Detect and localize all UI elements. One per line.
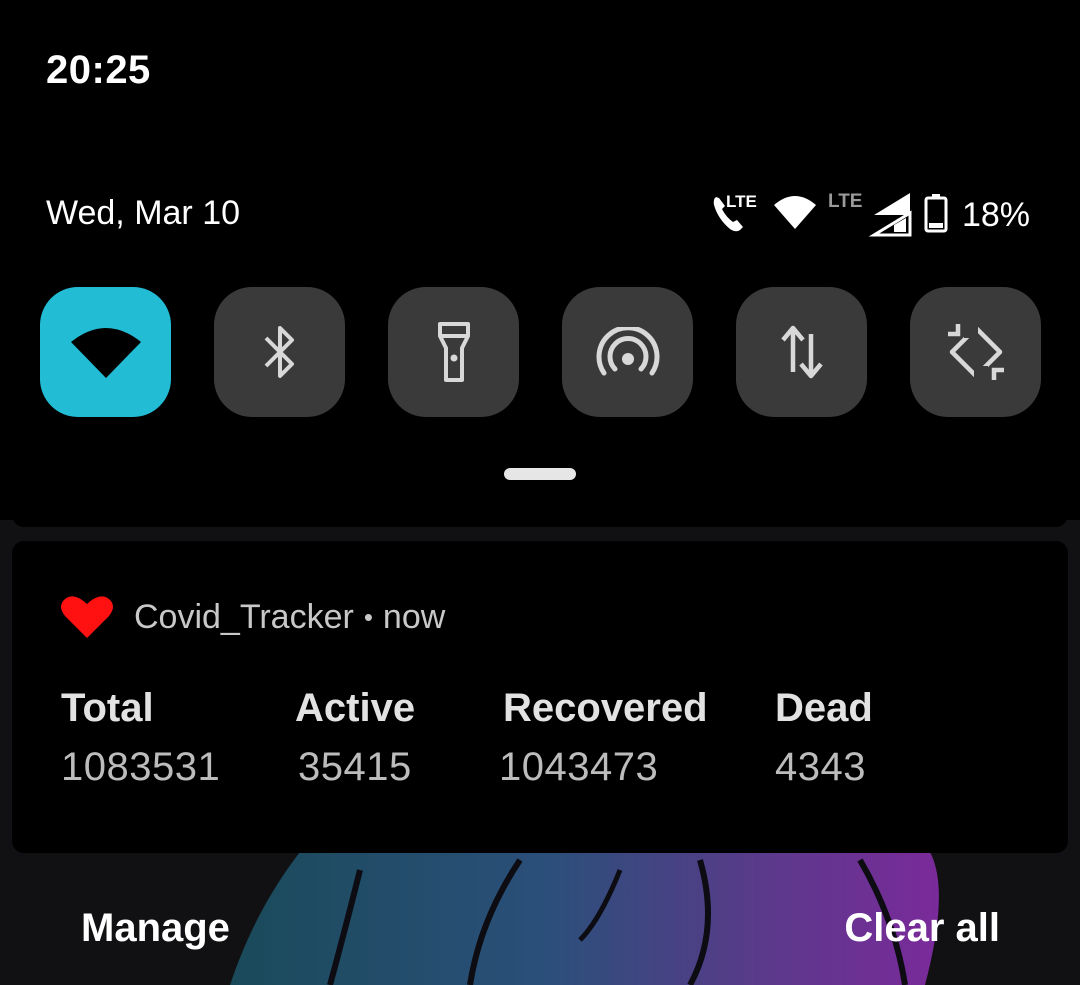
stat-dead: Dead 4343 xyxy=(775,686,873,790)
wifi-signal-icon xyxy=(772,193,818,238)
stat-value: 4343 xyxy=(775,745,866,789)
bluetooth-icon xyxy=(264,326,294,378)
quick-settings-panel xyxy=(12,0,1068,527)
quick-settings-tiles xyxy=(40,287,1042,417)
cellular-signal-icon: LTE xyxy=(828,189,914,242)
date-label: Wed, Mar 10 xyxy=(46,194,241,232)
stat-label: Recovered xyxy=(503,686,708,730)
notification-time: now xyxy=(382,597,446,636)
stat-recovered: Recovered 1043473 xyxy=(499,686,708,790)
stat-active: Active 35415 xyxy=(295,686,415,790)
tile-wifi[interactable] xyxy=(40,287,171,417)
status-icons: LTE LTE 18% xyxy=(710,190,1030,240)
stat-label: Active xyxy=(295,686,416,730)
data-network-text: LTE xyxy=(828,191,862,212)
notification-card[interactable]: Covid_Tracker • now Total 1083531 Active… xyxy=(12,541,1068,853)
flashlight-icon xyxy=(437,322,470,382)
status-clock: 20:25 xyxy=(46,48,151,92)
clear-all-button[interactable]: Clear all xyxy=(844,906,1000,951)
notification-shade: 20:25 Wed, Mar 10 LTE LTE 18% Covid_Trac… xyxy=(0,0,1080,985)
auto-rotate-icon xyxy=(947,324,1004,380)
battery-icon xyxy=(924,193,948,238)
tile-bluetooth[interactable] xyxy=(214,287,345,417)
stat-total: Total 1083531 xyxy=(61,686,220,790)
call-network-text: LTE xyxy=(726,192,757,211)
tile-hotspot[interactable] xyxy=(562,287,693,417)
notification-header: Covid_Tracker • now xyxy=(60,591,445,643)
heart-icon xyxy=(61,596,113,638)
expand-handle[interactable] xyxy=(504,468,576,480)
battery-percent: 18% xyxy=(961,195,1030,234)
volte-call-icon: LTE xyxy=(710,191,762,240)
tile-flashlight[interactable] xyxy=(388,287,519,417)
tile-mobile-data[interactable] xyxy=(736,287,867,417)
stat-label: Dead xyxy=(775,686,873,730)
stat-label: Total xyxy=(61,686,154,730)
app-name: Covid_Tracker xyxy=(134,597,354,636)
stat-value: 1043473 xyxy=(499,745,659,789)
wifi-icon xyxy=(70,328,141,378)
header-separator: • xyxy=(363,601,373,632)
hotspot-icon xyxy=(596,327,659,376)
manage-button[interactable]: Manage xyxy=(81,906,230,951)
stat-value: 35415 xyxy=(298,745,412,789)
tile-auto-rotate[interactable] xyxy=(910,287,1041,417)
data-transfer-icon xyxy=(780,325,823,379)
stat-value: 1083531 xyxy=(61,745,221,789)
